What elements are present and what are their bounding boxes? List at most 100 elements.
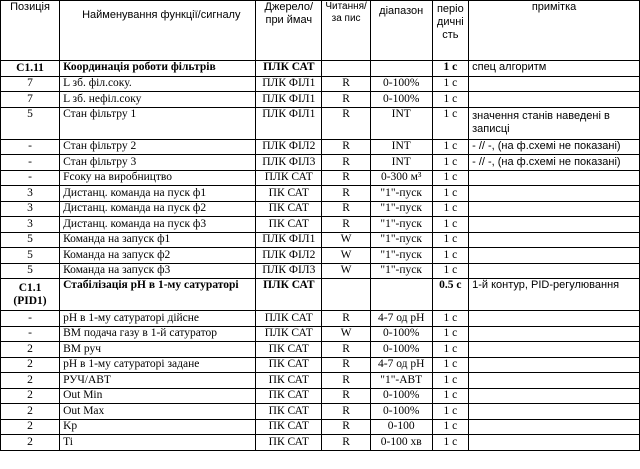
table-row: - Fсоку на виробництво ПЛК САТ R 0-300 м³ 1 с	[0, 169, 640, 186]
cell-note: - // -, (на ф.схемі не показані)	[468, 138, 640, 155]
cell-range: 0-100%	[369, 387, 433, 404]
table-row: - Стан фільтру 2 ПЛК ФІЛ2 R INT 1 с- // -, (н…	[0, 138, 640, 155]
cell-read-write: R	[321, 154, 371, 171]
cell-source: ПК САТ	[255, 200, 323, 217]
cell-position: -	[0, 325, 61, 342]
cell-read-write: R	[321, 200, 371, 217]
cell-range: 0-100%	[369, 325, 433, 342]
cell-range: "1"-пуск	[369, 185, 433, 202]
cell-period: 1 с	[431, 200, 470, 217]
cell-name: Координація роботи фільтрів	[59, 60, 257, 77]
cell-range: INT	[369, 106, 433, 140]
cell-read-write: R	[321, 75, 371, 92]
cell-note	[468, 372, 640, 389]
table-row: 7L зб. філ.соку. ПЛК ФІЛ1 R 0-100% 1 с	[0, 75, 640, 92]
cell-read-write: R	[321, 356, 371, 373]
cell-period: 1 с	[431, 138, 470, 155]
cell-source: ПЛК САТ	[255, 60, 323, 77]
cell-source: ПЛК ФІЛ2	[255, 138, 323, 155]
cell-source: ПЛК ФІЛ1	[255, 75, 323, 92]
cell-period: 1 с	[431, 106, 470, 140]
cell-period: 1 с	[431, 75, 470, 92]
table-row: 5 Команда на запуск ф1 ПЛК ФІЛ1 W "1"-пуск 1 …	[0, 231, 640, 248]
cell-position: 5	[0, 106, 61, 140]
cell-read-write: R	[321, 185, 371, 202]
cell-position: -	[0, 310, 61, 327]
cell-period: 1 с	[431, 325, 470, 342]
cell-read-write: R	[321, 91, 371, 108]
cell-note	[468, 356, 640, 373]
table-row: - Стан фільтру 3 ПЛК ФІЛ3 R INT 1 с- // -, (н…	[0, 154, 640, 171]
cell-range: INT	[369, 138, 433, 155]
cell-source: ПК САТ	[255, 434, 323, 451]
cell-period: 1 с	[431, 231, 470, 248]
cell-range: 0-100 хв	[369, 434, 433, 451]
cell-read-write: R	[321, 403, 371, 420]
cell-name: Ti	[59, 434, 257, 451]
cell-source: ПК САТ	[255, 341, 323, 358]
cell-note	[468, 262, 640, 279]
table-row: 3 Дистанц. команда на пуск ф1 ПК САТ R "1"-п…	[0, 185, 640, 202]
cell-position: 3	[0, 200, 61, 217]
cell-read-write	[321, 60, 371, 77]
cell-source: ПЛК ФІЛ1	[255, 106, 323, 140]
cell-note	[468, 341, 640, 358]
table-row: 7L зб. нефіл.соку ПЛК ФІЛ1 R 0-100% 1 с	[0, 91, 640, 108]
cell-position: 2	[0, 372, 61, 389]
cell-position: 2	[0, 356, 61, 373]
header-name: Найменування функції/сигналу	[59, 0, 257, 61]
cell-note	[468, 325, 640, 342]
cell-note	[468, 434, 640, 451]
cell-period: 1 с	[431, 262, 470, 279]
cell-read-write: R	[321, 434, 371, 451]
cell-range: 0-100%	[369, 91, 433, 108]
cell-range	[369, 278, 433, 311]
table-row: 2 ВМ руч ПК САТ R 0-100% 1 с	[0, 341, 640, 358]
cell-period: 1 с	[431, 60, 470, 77]
cell-range: "1"-пуск	[369, 216, 433, 233]
cell-period: 1 с	[431, 247, 470, 264]
cell-range: 0-100%	[369, 341, 433, 358]
cell-source: ПК САТ	[255, 372, 323, 389]
cell-source: ПК САТ	[255, 418, 323, 435]
cell-period: 1 с	[431, 372, 470, 389]
cell-name: Команда на запуск ф2	[59, 247, 257, 264]
cell-period: 1 с	[431, 434, 470, 451]
cell-read-write	[321, 278, 371, 311]
header-position: Позиція	[0, 0, 61, 61]
cell-period: 1 с	[431, 341, 470, 358]
cell-position: 2	[0, 418, 61, 435]
cell-read-write: R	[321, 372, 371, 389]
cell-position: 2	[0, 403, 61, 420]
cell-name: L зб. філ.соку.	[59, 75, 257, 92]
cell-note	[468, 310, 640, 327]
cell-source: ПК САТ	[255, 356, 323, 373]
table-row: 3 Дистанц. команда на пуск ф3 ПК САТ R "1"-п…	[0, 216, 640, 233]
cell-position: 5	[0, 247, 61, 264]
cell-name: Kp	[59, 418, 257, 435]
cell-read-write: W	[321, 325, 371, 342]
table-row: - pH в 1-му сатураторі дійсне ПЛК САТ R 4-7 …	[0, 310, 640, 327]
table-section-row: С1.1 (PID1) Стабілізація pH в 1-му сатура…	[0, 278, 640, 311]
cell-name: L зб. нефіл.соку	[59, 91, 257, 108]
cell-source: ПЛК САТ	[255, 325, 323, 342]
cell-range: 0-100%	[369, 403, 433, 420]
cell-position: 2	[0, 387, 61, 404]
table-row: 2 Ti ПК САТ R 0-100 хв 1 с	[0, 434, 640, 451]
cell-position: С1.11	[0, 60, 61, 77]
table-row: 2 РУЧ/АВТ ПК САТ R "1"-АВТ 1 с	[0, 372, 640, 389]
cell-name: Стан фільтру 1	[59, 106, 257, 140]
cell-period: 1 с	[431, 403, 470, 420]
cell-range: "1"-АВТ	[369, 372, 433, 389]
cell-period: 1 с	[431, 216, 470, 233]
cell-name: Команда на запуск ф3	[59, 262, 257, 279]
table-row: 3 Дистанц. команда на пуск ф2 ПК САТ R "1"-п…	[0, 200, 640, 217]
table-row: 5 Команда на запуск ф3 ПЛК ФІЛ3 W "1"-пуск 1 …	[0, 262, 640, 279]
cell-source: ПЛК САТ	[255, 169, 323, 186]
cell-position: -	[0, 154, 61, 171]
cell-position: 7	[0, 75, 61, 92]
cell-range: 4-7 од pH	[369, 356, 433, 373]
header-range: діапазон	[369, 0, 433, 61]
cell-period: 1 с	[431, 310, 470, 327]
cell-range: "1"-пуск	[369, 231, 433, 248]
